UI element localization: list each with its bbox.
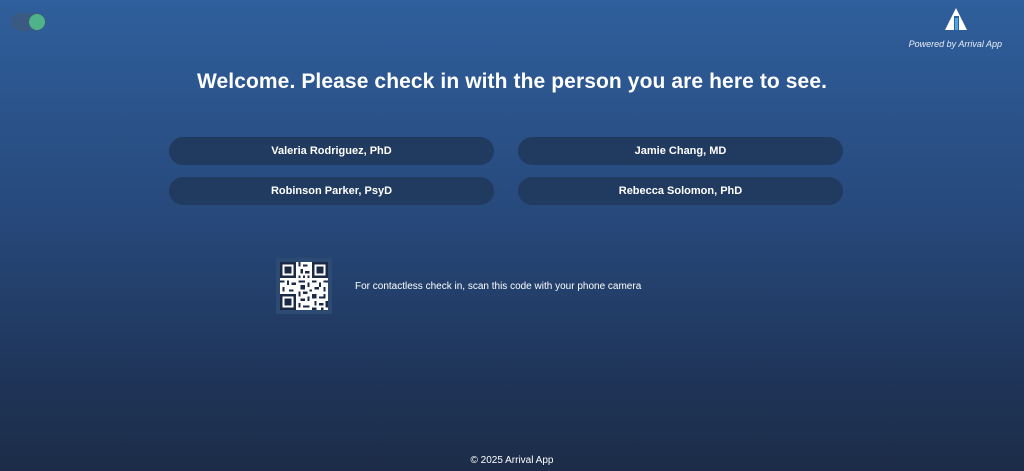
person-button-rebecca-solomon[interactable]: Rebecca Solomon, PhD xyxy=(518,177,843,205)
brand: Powered by Arrival App xyxy=(892,7,1002,49)
qr-code-container xyxy=(276,258,332,314)
qr-instruction-text: For contactless check in, scan this code… xyxy=(355,280,642,292)
qr-code-icon xyxy=(280,262,328,310)
powered-by-text: Powered by Arrival App xyxy=(908,39,1002,49)
theme-toggle[interactable] xyxy=(11,13,46,31)
person-button-valeria-rodriguez[interactable]: Valeria Rodriguez, PhD xyxy=(169,137,494,165)
person-button-robinson-parker[interactable]: Robinson Parker, PsyD xyxy=(169,177,494,205)
welcome-headline: Welcome. Please check in with the person… xyxy=(196,70,828,93)
toggle-knob xyxy=(29,14,45,30)
person-button-jamie-chang[interactable]: Jamie Chang, MD xyxy=(518,137,843,165)
arrival-app-logo-icon xyxy=(945,8,967,30)
person-list: Valeria Rodriguez, PhD Jamie Chang, MD R… xyxy=(169,137,843,205)
footer-copyright: © 2025 Arrival App xyxy=(470,455,554,466)
contactless-checkin: For contactless check in, scan this code… xyxy=(276,258,641,314)
